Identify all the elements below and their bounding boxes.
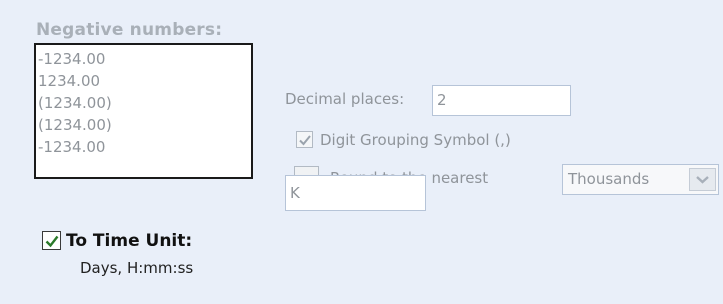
decimal-places-label: Decimal places:: [285, 90, 405, 108]
negative-numbers-list[interactable]: -1234.00 1234.00 (1234.00) (1234.00) -12…: [34, 43, 253, 179]
decimal-places-input[interactable]: 2: [432, 85, 571, 116]
time-unit-checkbox[interactable]: [42, 231, 61, 250]
list-item[interactable]: -1234.00: [36, 48, 251, 70]
time-unit-label: To Time Unit:: [66, 231, 193, 251]
checkmark-icon: [45, 235, 59, 248]
negative-numbers-heading: Negative numbers:: [36, 20, 223, 40]
digit-grouping-label: Digit Grouping Symbol (,): [320, 131, 511, 149]
checkmark-icon: [299, 135, 311, 146]
digit-grouping-checkbox[interactable]: [296, 131, 313, 148]
suffix-input[interactable]: K: [285, 175, 426, 211]
list-item[interactable]: (1234.00): [36, 92, 251, 114]
time-unit-format: Days, H:mm:ss: [80, 259, 194, 277]
list-item[interactable]: -1234.00: [36, 136, 251, 158]
list-item[interactable]: 1234.00: [36, 70, 251, 92]
round-unit-select[interactable]: Thousands: [562, 164, 719, 195]
chevron-down-icon[interactable]: [689, 168, 716, 191]
list-item[interactable]: (1234.00): [36, 114, 251, 136]
number-format-panel: Negative numbers: -1234.00 1234.00 (1234…: [0, 0, 723, 304]
round-unit-selected-value: Thousands: [568, 170, 650, 188]
